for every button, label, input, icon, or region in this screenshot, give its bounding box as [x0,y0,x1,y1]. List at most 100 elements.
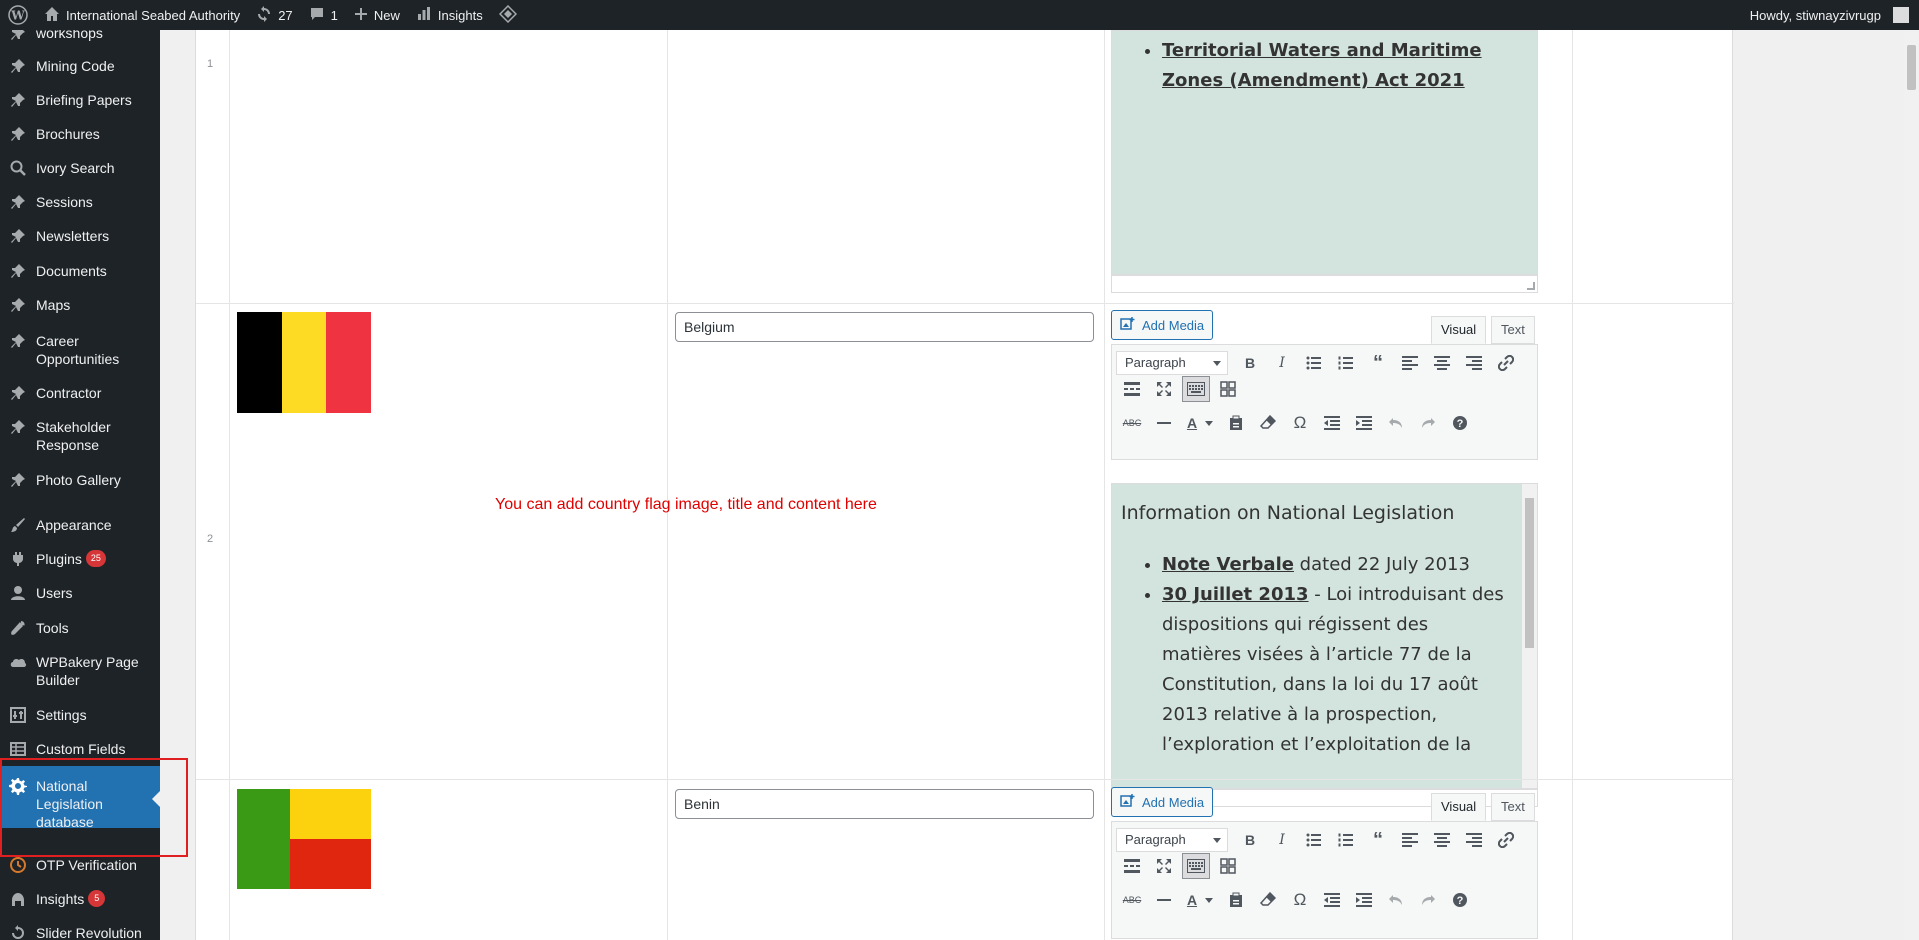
align-center-icon[interactable] [1426,826,1458,854]
grid-icon[interactable] [1212,852,1244,880]
tab-visual[interactable]: Visual [1431,793,1487,821]
paste-text-icon[interactable] [1220,886,1252,914]
italic-icon[interactable]: I [1266,349,1298,377]
sidebar-item-contractor[interactable]: Contractor [0,384,160,402]
text-color-icon[interactable]: A [1180,886,1220,914]
sidebar-item-otp-verification[interactable]: OTP Verification [0,856,160,874]
horizontal-line-icon[interactable] [1148,409,1180,437]
bold-icon[interactable]: B [1234,349,1266,377]
paste-text-icon[interactable] [1220,409,1252,437]
editor-content-row-2[interactable]: Information on National Legislation Note… [1111,483,1538,789]
add-media-button[interactable]: Add Media [1111,787,1214,817]
country-title-input[interactable]: Benin [675,789,1094,819]
bold-icon[interactable]: B [1234,826,1266,854]
undo-icon[interactable] [1380,409,1412,437]
wordpress-logo-icon[interactable]: W [0,0,36,30]
format-select[interactable]: Paragraph [1116,828,1228,852]
sidebar-item-national-legislation-database[interactable]: National Legislation database [0,766,160,830]
sidebar-item-sessions[interactable]: Sessions [0,193,160,211]
fullscreen-icon[interactable] [1148,852,1180,880]
sidebar-item-brochures[interactable]: Brochures [0,125,160,143]
strikethrough-icon[interactable]: ABC [1116,409,1148,437]
redo-icon[interactable] [1412,409,1444,437]
sidebar-item-appearance[interactable]: Appearance [0,516,160,534]
diamond-link[interactable] [491,0,525,30]
editor-content-row-1[interactable]: Territorial Waters and Maritime Zones (A… [1111,30,1538,275]
format-select[interactable]: Paragraph [1116,351,1228,375]
blockquote-icon[interactable]: “ [1362,349,1394,377]
redo-icon[interactable] [1412,886,1444,914]
italic-icon[interactable]: I [1266,826,1298,854]
sidebar-item-tools[interactable]: Tools [0,619,160,637]
align-left-icon[interactable] [1394,826,1426,854]
scrollbar-thumb[interactable] [1525,498,1534,648]
sidebar-item-photo-gallery[interactable]: Photo Gallery [0,471,160,489]
account-menu[interactable]: Howdy, stiwnayzivrugp [1742,0,1919,30]
text-color-icon[interactable]: A [1180,409,1220,437]
sidebar-item-wpbakery[interactable]: WPBakery Page Builder [0,653,160,689]
site-name-link[interactable]: International Seabed Authority [36,0,248,30]
legislation-link[interactable]: Territorial Waters and Maritime Zones (A… [1162,40,1482,91]
help-icon[interactable]: ? [1444,886,1476,914]
sidebar-item-mining-code[interactable]: Mining Code [0,57,160,75]
numbered-list-icon[interactable] [1330,826,1362,854]
editor-scrollbar[interactable] [1522,484,1537,788]
tab-visual[interactable]: Visual [1431,316,1487,344]
sidebar-item-stakeholder-response[interactable]: Stakeholder Response [0,418,160,454]
read-more-icon[interactable] [1116,852,1148,880]
tab-text[interactable]: Text [1491,793,1535,821]
page-scrollbar[interactable] [1904,30,1919,940]
sidebar-item-maps[interactable]: Maps [0,296,160,314]
comments-link[interactable]: 1 [301,0,346,30]
outdent-icon[interactable] [1316,886,1348,914]
toolbar-toggle-icon[interactable] [1182,853,1210,879]
clear-formatting-icon[interactable] [1252,886,1284,914]
sidebar-item-workshops[interactable]: workshops [0,30,160,42]
read-more-icon[interactable] [1116,375,1148,403]
legislation-link[interactable]: 30 Juillet 2013 [1162,584,1309,605]
align-center-icon[interactable] [1426,349,1458,377]
help-icon[interactable]: ? [1444,409,1476,437]
strikethrough-icon[interactable]: ABC [1116,886,1148,914]
fullscreen-icon[interactable] [1148,375,1180,403]
tab-text[interactable]: Text [1491,316,1535,344]
bullet-list-icon[interactable] [1298,349,1330,377]
legislation-link[interactable]: Note Verbale [1162,554,1294,575]
sidebar-item-plugins[interactable]: Plugins 25 [0,550,160,568]
updates-link[interactable]: 27 [248,0,300,30]
outdent-icon[interactable] [1316,409,1348,437]
sidebar-item-career-opportunities[interactable]: Career Opportunities [0,332,160,368]
link-icon[interactable] [1490,349,1522,377]
sidebar-item-documents[interactable]: Documents [0,262,160,280]
undo-icon[interactable] [1380,886,1412,914]
sidebar-item-briefing-papers[interactable]: Briefing Papers [0,91,160,109]
toolbar-toggle-icon[interactable] [1182,376,1210,402]
link-icon[interactable] [1490,826,1522,854]
new-content-link[interactable]: New [346,0,408,30]
sidebar-item-ivory-search[interactable]: Ivory Search [0,159,160,177]
align-right-icon[interactable] [1458,349,1490,377]
indent-icon[interactable] [1348,886,1380,914]
blockquote-icon[interactable]: “ [1362,826,1394,854]
sidebar-item-custom-fields[interactable]: Custom Fields [0,740,160,758]
align-right-icon[interactable] [1458,826,1490,854]
sidebar-item-newsletters[interactable]: Newsletters [0,227,160,245]
special-character-icon[interactable]: Ω [1284,886,1316,914]
page-scrollbar-thumb[interactable] [1907,45,1916,90]
special-character-icon[interactable]: Ω [1284,409,1316,437]
sidebar-item-insights[interactable]: Insights 5 [0,890,160,908]
indent-icon[interactable] [1348,409,1380,437]
bullet-list-icon[interactable] [1298,826,1330,854]
add-media-button[interactable]: Add Media [1111,310,1214,340]
insights-link[interactable]: Insights [408,0,491,30]
belgium-flag-image[interactable] [237,312,371,413]
country-title-input[interactable]: Belgium [675,312,1094,342]
resize-handle-icon[interactable] [1527,282,1535,290]
grid-icon[interactable] [1212,375,1244,403]
benin-flag-image[interactable] [237,789,371,889]
sidebar-item-settings[interactable]: Settings [0,706,160,724]
align-left-icon[interactable] [1394,349,1426,377]
sidebar-item-slider-revolution[interactable]: Slider Revolution [0,924,160,940]
sidebar-item-users[interactable]: Users [0,584,160,602]
clear-formatting-icon[interactable] [1252,409,1284,437]
